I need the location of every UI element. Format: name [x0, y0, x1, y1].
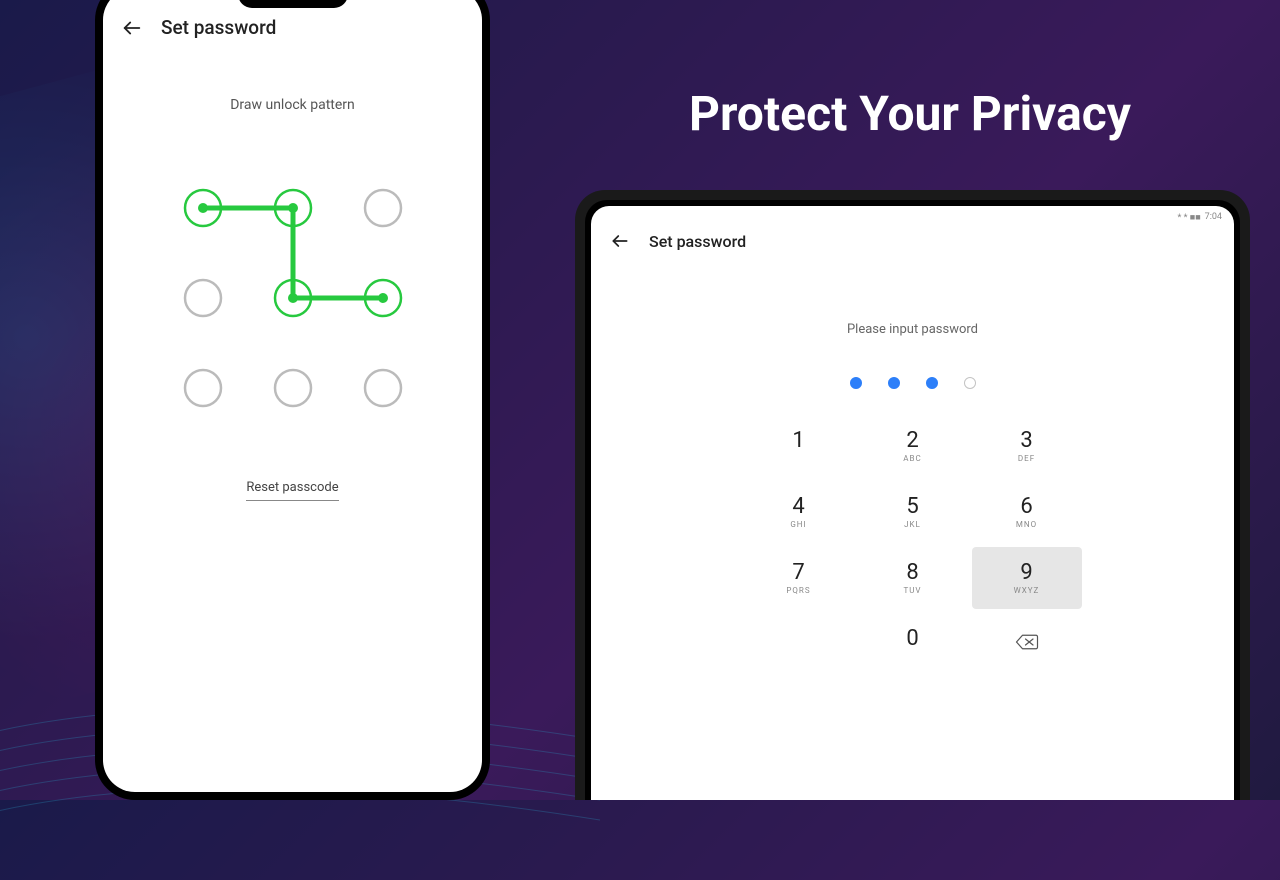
backspace-icon: [1014, 633, 1040, 655]
pattern-prompt: Draw unlock pattern: [230, 97, 355, 113]
reset-passcode-link[interactable]: Reset passcode: [246, 480, 338, 525]
key-digit: 2: [906, 430, 918, 452]
tablet-mockup: * * ■■ 7:04 Set password Please input pa…: [575, 190, 1250, 800]
back-arrow-icon[interactable]: [609, 230, 631, 252]
key-letters: GHI: [790, 520, 806, 529]
keypad-key-1[interactable]: 1: [744, 415, 854, 477]
key-letters: MNO: [1016, 520, 1037, 529]
status-icons: * * ■■: [1178, 212, 1201, 223]
key-digit: 4: [792, 496, 804, 518]
pin-dot: [888, 377, 900, 389]
keypad-key-4[interactable]: 4 GHI: [744, 481, 854, 543]
phone-notch: [238, 0, 348, 8]
key-digit: 3: [1020, 430, 1032, 452]
pin-dot: [926, 377, 938, 389]
key-digit: 1: [792, 430, 804, 452]
keypad-key-0[interactable]: 0: [858, 613, 968, 675]
keypad-key-2[interactable]: 2 ABC: [858, 415, 968, 477]
pin-prompt: Please input password: [847, 322, 978, 337]
key-digit: 7: [792, 562, 804, 584]
key-letters: WXYZ: [1014, 586, 1040, 595]
key-letters: JKL: [904, 520, 921, 529]
keypad-key-8[interactable]: 8 TUV: [858, 547, 968, 609]
key-digit: 9: [1020, 562, 1032, 584]
keypad-key-3[interactable]: 3 DEF: [972, 415, 1082, 477]
phone-mockup: Set password Draw unlock pattern: [95, 0, 490, 800]
key-letters: TUV: [903, 586, 921, 595]
pin-dot: [850, 377, 862, 389]
screen-title: Set password: [649, 232, 746, 251]
status-bar: * * ■■ 7:04: [591, 206, 1234, 226]
pattern-grid[interactable]: [163, 168, 423, 428]
key-digit: 5: [906, 496, 918, 518]
key-letters: ABC: [903, 454, 921, 463]
keypad-key-6[interactable]: 6 MNO: [972, 481, 1082, 543]
key-digit: 0: [906, 628, 918, 650]
keypad-key-5[interactable]: 5 JKL: [858, 481, 968, 543]
pin-indicator: [850, 377, 976, 389]
headline: Protect Your Privacy: [600, 85, 1220, 142]
screen-title: Set password: [161, 16, 276, 39]
key-digit: 8: [906, 562, 918, 584]
keypad-key-7[interactable]: 7 PQRS: [744, 547, 854, 609]
keypad-key-9[interactable]: 9 WXYZ: [972, 547, 1082, 609]
pin-dot: [964, 377, 976, 389]
numeric-keypad: 1 2 ABC 3 DEF 4 GHI 5 JKL 6 MNO 7 PQRS 8 TUV 9 WXYZ 0: [744, 415, 1082, 675]
keypad-spacer: [744, 613, 854, 675]
keypad-backspace[interactable]: [972, 613, 1082, 675]
back-arrow-icon[interactable]: [121, 17, 143, 39]
key-letters: PQRS: [786, 586, 810, 595]
key-letters: DEF: [1018, 454, 1035, 463]
key-digit: 6: [1020, 496, 1032, 518]
status-time: 7:04: [1205, 212, 1222, 222]
